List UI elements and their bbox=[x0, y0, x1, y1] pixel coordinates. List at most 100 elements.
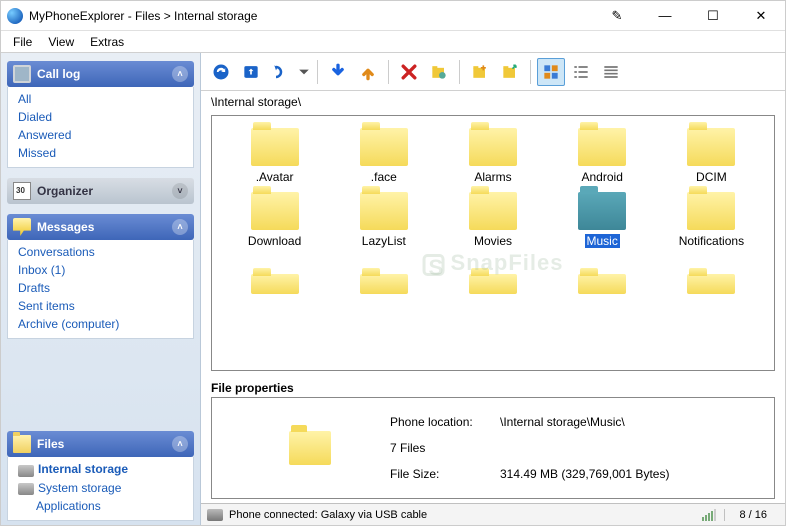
menu-bar: File View Extras bbox=[1, 31, 785, 53]
new-folder-button[interactable] bbox=[466, 58, 494, 86]
panel-messages: Messages ˄ Conversations Inbox (1) Draft… bbox=[7, 214, 194, 339]
file-properties-title: File properties bbox=[211, 379, 775, 397]
folder-icon bbox=[360, 274, 408, 294]
messages-conversations[interactable]: Conversations bbox=[16, 243, 185, 261]
app-icon bbox=[7, 8, 23, 24]
messages-icon bbox=[13, 218, 31, 236]
folder-item[interactable]: DCIM bbox=[657, 126, 766, 186]
folder-label: Download bbox=[248, 234, 301, 248]
folder-item[interactable] bbox=[657, 254, 766, 300]
files-applications[interactable]: Applications bbox=[16, 497, 185, 515]
calllog-missed[interactable]: Missed bbox=[16, 144, 185, 162]
folder-item[interactable] bbox=[438, 254, 547, 300]
edit-hint-icon[interactable]: ✎ bbox=[599, 3, 635, 29]
folder-icon bbox=[469, 128, 517, 166]
messages-inbox[interactable]: Inbox (1) bbox=[16, 261, 185, 279]
sync-from-phone-button[interactable] bbox=[267, 58, 295, 86]
download-button[interactable] bbox=[324, 58, 352, 86]
delete-button[interactable] bbox=[395, 58, 423, 86]
messages-sent[interactable]: Sent items bbox=[16, 297, 185, 315]
panel-header-organizer[interactable]: Organizer ˅ bbox=[7, 178, 194, 204]
files-internal-storage[interactable]: Internal storage bbox=[16, 460, 185, 478]
menu-extras[interactable]: Extras bbox=[82, 33, 132, 51]
properties-button[interactable] bbox=[425, 58, 453, 86]
folder-icon bbox=[13, 435, 31, 453]
panel-header-messages[interactable]: Messages ˄ bbox=[7, 214, 194, 240]
folder-label: Notifications bbox=[679, 234, 744, 248]
view-list-button[interactable] bbox=[567, 58, 595, 86]
folder-icon bbox=[251, 274, 299, 294]
folder-item[interactable] bbox=[220, 254, 329, 300]
calllog-all[interactable]: All bbox=[16, 90, 185, 108]
open-folder-button[interactable] bbox=[496, 58, 524, 86]
folder-label: Alarms bbox=[474, 170, 511, 184]
folder-item[interactable]: Music bbox=[548, 190, 657, 250]
panel-title: Call log bbox=[37, 67, 172, 81]
toolbar bbox=[201, 53, 785, 91]
folder-icon bbox=[469, 192, 517, 230]
title-bar: MyPhoneExplorer - Files > Internal stora… bbox=[1, 1, 785, 31]
view-details-button[interactable] bbox=[597, 58, 625, 86]
folder-icon bbox=[289, 431, 331, 465]
folder-item[interactable]: Notifications bbox=[657, 190, 766, 250]
folder-item[interactable]: LazyList bbox=[329, 190, 438, 250]
folder-icon bbox=[578, 274, 626, 294]
menu-view[interactable]: View bbox=[40, 33, 82, 51]
folder-item[interactable]: Movies bbox=[438, 190, 547, 250]
panel-files: Files ˄ Internal storage System storage … bbox=[7, 431, 194, 521]
folder-item[interactable]: .Avatar bbox=[220, 126, 329, 186]
files-system-storage[interactable]: System storage bbox=[16, 479, 185, 497]
folder-icon bbox=[469, 274, 517, 294]
folder-label: LazyList bbox=[362, 234, 406, 248]
panel-organizer: Organizer ˅ bbox=[7, 178, 194, 204]
panel-calllog: Call log ˄ All Dialed Answered Missed bbox=[7, 61, 194, 168]
messages-archive[interactable]: Archive (computer) bbox=[16, 315, 185, 333]
drive-icon bbox=[18, 483, 34, 495]
messages-drafts[interactable]: Drafts bbox=[16, 279, 185, 297]
dropdown-arrow[interactable] bbox=[297, 58, 311, 86]
folder-icon bbox=[687, 192, 735, 230]
folder-label: Android bbox=[582, 170, 623, 184]
calllog-dialed[interactable]: Dialed bbox=[16, 108, 185, 126]
phone-icon bbox=[13, 65, 31, 83]
folder-item[interactable]: Alarms bbox=[438, 126, 547, 186]
location-value: \Internal storage\Music\ bbox=[500, 415, 669, 429]
chevron-up-icon[interactable]: ˄ bbox=[172, 66, 188, 82]
panel-header-files[interactable]: Files ˄ bbox=[7, 431, 194, 457]
folder-view[interactable]: .Avatar .face Alarms Android DCIM Download Laz… bbox=[211, 115, 775, 371]
menu-file[interactable]: File bbox=[5, 33, 40, 51]
breadcrumb: \Internal storage\ bbox=[201, 91, 785, 111]
drive-icon bbox=[18, 465, 34, 477]
view-large-icons-button[interactable] bbox=[537, 58, 565, 86]
close-button[interactable]: ✕ bbox=[743, 3, 779, 29]
chevron-up-icon[interactable]: ˄ bbox=[172, 436, 188, 452]
folder-item[interactable]: Download bbox=[220, 190, 329, 250]
window-title: MyPhoneExplorer - Files > Internal stora… bbox=[29, 9, 599, 23]
refresh-button[interactable] bbox=[207, 58, 235, 86]
calllog-answered[interactable]: Answered bbox=[16, 126, 185, 144]
upload-button[interactable] bbox=[354, 58, 382, 86]
chevron-up-icon[interactable]: ˄ bbox=[172, 219, 188, 235]
page-count: 8 / 16 bbox=[724, 509, 781, 521]
folder-item[interactable]: .face bbox=[329, 126, 438, 186]
folder-icon bbox=[687, 128, 735, 166]
minimize-button[interactable]: — bbox=[647, 3, 683, 29]
folder-item[interactable]: Android bbox=[548, 126, 657, 186]
folder-label: .Avatar bbox=[256, 170, 294, 184]
folder-item[interactable] bbox=[548, 254, 657, 300]
size-value: 314.49 MB (329,769,001 Bytes) bbox=[500, 467, 669, 481]
sync-to-phone-button[interactable] bbox=[237, 58, 265, 86]
folder-icon bbox=[360, 128, 408, 166]
panel-header-calllog[interactable]: Call log ˄ bbox=[7, 61, 194, 87]
folder-icon bbox=[578, 128, 626, 166]
folder-item[interactable] bbox=[329, 254, 438, 300]
sidebar: Call log ˄ All Dialed Answered Missed Or… bbox=[1, 53, 201, 525]
file-count: 7 Files bbox=[390, 441, 669, 455]
folder-icon bbox=[251, 128, 299, 166]
status-text: Phone connected: Galaxy via USB cable bbox=[229, 509, 427, 521]
folder-icon bbox=[360, 192, 408, 230]
folder-label: DCIM bbox=[696, 170, 727, 184]
maximize-button[interactable]: ☐ bbox=[695, 3, 731, 29]
chevron-down-icon[interactable]: ˅ bbox=[172, 183, 188, 199]
folder-icon bbox=[578, 192, 626, 230]
